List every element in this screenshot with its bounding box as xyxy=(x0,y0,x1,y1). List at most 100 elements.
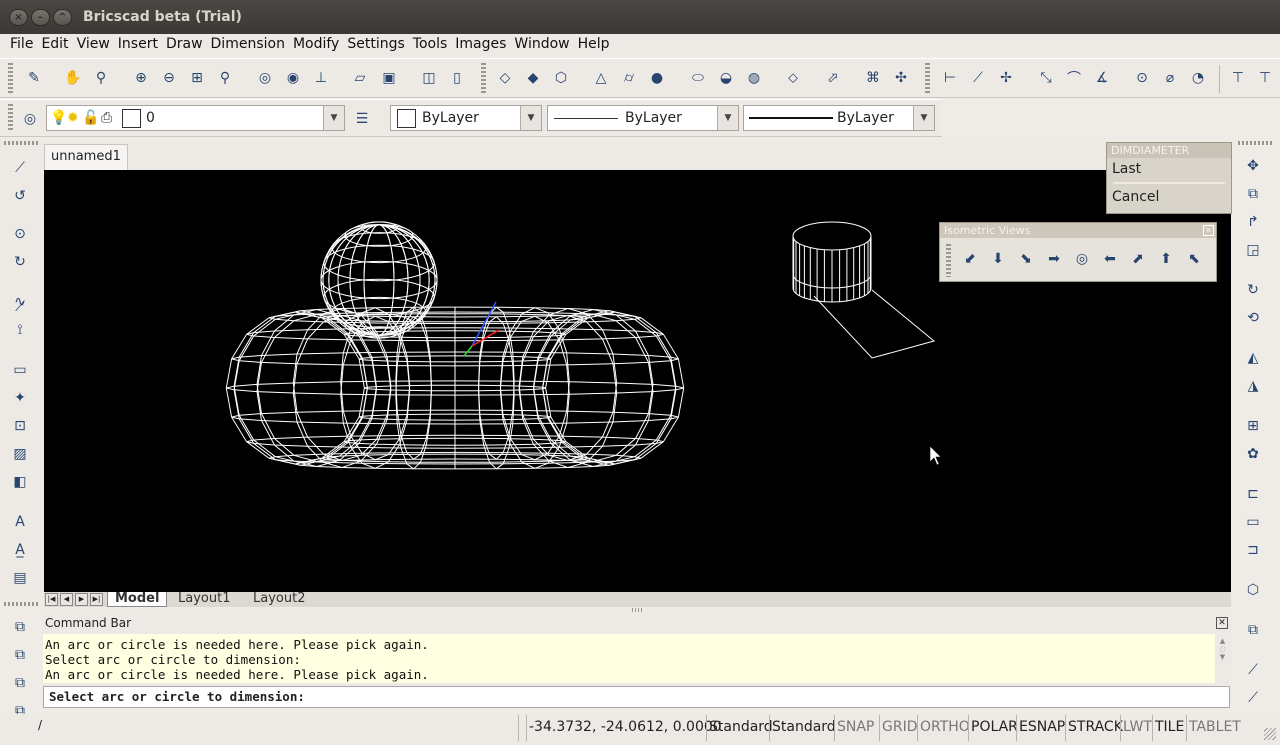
resize-grip-icon[interactable] xyxy=(1264,728,1276,740)
fillet-icon[interactable]: ⟋ xyxy=(1243,688,1263,708)
sw-iso-view-icon[interactable]: ⬋ xyxy=(960,249,980,269)
ordinate-dimension-icon[interactable]: ✢ xyxy=(996,68,1016,88)
rotate-icon[interactable]: ↻ xyxy=(1243,280,1263,300)
diameter-dimension-icon[interactable]: ⌀ xyxy=(1160,68,1180,88)
tablet-toggle[interactable]: TABLET xyxy=(1186,715,1243,741)
ellipse-arc-icon[interactable]: ⟟ xyxy=(10,320,30,340)
insert-block-icon[interactable]: ⊡ xyxy=(10,416,30,436)
toolbar-grip[interactable] xyxy=(925,63,930,93)
esnap-toggle[interactable]: ESNAP xyxy=(1016,715,1067,741)
box-solid-icon[interactable]: ◇ xyxy=(495,68,515,88)
layer-states-icon[interactable]: ☰ xyxy=(352,109,372,129)
linetype-dropdown[interactable]: ByLayer ▼ xyxy=(547,105,739,131)
page-icon[interactable]: ▯ xyxy=(447,68,467,88)
strack-toggle[interactable]: STRACK xyxy=(1065,715,1125,741)
chevron-down-icon[interactable]: ▼ xyxy=(323,106,344,130)
orbit-icon[interactable]: ◎ xyxy=(255,68,275,88)
break-icon[interactable]: ⧉ xyxy=(1243,620,1263,640)
hatch-icon[interactable]: ▨ xyxy=(10,444,30,464)
center-mark-icon[interactable]: ⊙ xyxy=(1132,68,1152,88)
menu-modify[interactable]: Modify xyxy=(289,34,343,56)
pyramid-icon[interactable]: ⬦ xyxy=(783,68,803,88)
history-scrollbar[interactable]: ▲ ◌ ▼ xyxy=(1217,637,1228,683)
maximize-window-icon[interactable]: ^ xyxy=(53,9,72,26)
tab-model[interactable]: Model xyxy=(107,592,167,607)
mtext-icon[interactable]: A̲ xyxy=(10,540,30,560)
copy-properties-icon[interactable]: ⧉ xyxy=(10,617,30,637)
se-iso-view-icon[interactable]: ⬊ xyxy=(1016,249,1036,269)
nw-iso-view-icon[interactable]: ⬈ xyxy=(1128,249,1148,269)
close-icon[interactable]: ✕ xyxy=(1203,225,1214,236)
mesh-icon[interactable]: ⌘ xyxy=(863,68,883,88)
text-icon[interactable]: A xyxy=(10,512,30,532)
zoom-in-icon[interactable]: ⊕ xyxy=(131,68,151,88)
tile-toggle[interactable]: TILE xyxy=(1152,715,1186,741)
stretch-icon[interactable]: ⊏ xyxy=(1243,484,1263,504)
menu-window[interactable]: Window xyxy=(510,34,573,56)
toolbar-grip[interactable] xyxy=(8,104,13,132)
pan-icon[interactable]: ✋ xyxy=(63,68,83,88)
document-tab[interactable]: unnamed1 xyxy=(44,144,128,170)
cone-icon[interactable]: △ xyxy=(591,68,611,88)
dimension-style[interactable]: Standard xyxy=(769,715,838,741)
lengthen-icon[interactable]: ▭ xyxy=(1243,512,1263,532)
menu-item-cancel[interactable]: Cancel xyxy=(1107,186,1231,208)
command-bar-splitter[interactable] xyxy=(632,608,642,612)
toolbar-grip[interactable] xyxy=(946,244,951,277)
next-tab-icon[interactable]: ▶ xyxy=(75,593,88,606)
zoom-realtime-icon[interactable]: ⚲ xyxy=(91,68,111,88)
radius-dimension-icon[interactable]: ◔ xyxy=(1188,68,1208,88)
menu-insert[interactable]: Insert xyxy=(114,34,162,56)
line-tool-icon[interactable]: ⟋ xyxy=(10,158,30,178)
render-icon[interactable]: ▣ xyxy=(379,68,399,88)
close-icon[interactable]: ✕ xyxy=(1216,617,1228,629)
snap-toggle[interactable]: SNAP xyxy=(834,715,876,741)
dish-icon[interactable]: ◍ xyxy=(744,68,764,88)
front-view-icon[interactable]: ⬇ xyxy=(988,249,1008,269)
circle-icon[interactable]: ⊙ xyxy=(10,224,30,244)
menu-edit[interactable]: Edit xyxy=(37,34,72,56)
aligned-dimension-icon[interactable]: ⟋ xyxy=(968,68,988,88)
left-view-icon[interactable]: ⬅ xyxy=(1100,249,1120,269)
copy-clip-icon[interactable]: ⧉ xyxy=(10,645,30,665)
array-icon[interactable]: ⊞ xyxy=(1243,416,1263,436)
mirror-3d-icon[interactable]: ◮ xyxy=(1243,376,1263,396)
arc-icon[interactable]: ↻ xyxy=(10,252,30,272)
polar-array-icon[interactable]: ✿ xyxy=(1243,444,1263,464)
tab-layout1[interactable]: Layout1 xyxy=(172,592,230,607)
ucs-icon[interactable]: ⊥ xyxy=(311,68,331,88)
grid-toggle[interactable]: GRID xyxy=(879,715,920,741)
minimize-window-icon[interactable]: – xyxy=(31,9,50,26)
spline-icon[interactable]: ∿ xyxy=(10,292,30,312)
offset-icon[interactable]: ↱ xyxy=(1243,212,1263,232)
paste-icon[interactable]: ⧉ xyxy=(10,673,30,693)
menu-view[interactable]: View xyxy=(73,34,114,56)
region-icon[interactable]: ◧ xyxy=(10,472,30,492)
chevron-down-icon[interactable]: ▼ xyxy=(717,106,738,130)
mirror-icon[interactable]: ◭ xyxy=(1243,348,1263,368)
cube-icon[interactable]: ⬡ xyxy=(551,68,571,88)
close-window-icon[interactable]: × xyxy=(9,9,28,26)
toolbar-grip[interactable] xyxy=(481,63,486,93)
zoom-extents-icon[interactable]: ⚲ xyxy=(215,68,235,88)
menu-images[interactable]: Images xyxy=(451,34,510,56)
surface-icon[interactable]: ✣ xyxy=(891,68,911,88)
menu-draw[interactable]: Draw xyxy=(162,34,207,56)
color-dropdown[interactable]: ByLayer ▼ xyxy=(390,105,542,131)
zoom-window-icon[interactable]: ⊞ xyxy=(187,68,207,88)
trim-icon[interactable]: ⊐ xyxy=(1243,540,1263,560)
sphere-icon[interactable]: ● xyxy=(647,68,667,88)
scale-icon[interactable]: ◲ xyxy=(1243,240,1263,260)
zoom-out-icon[interactable]: ⊖ xyxy=(159,68,179,88)
menu-tools[interactable]: Tools xyxy=(409,34,452,56)
pencil-icon[interactable]: ✎ xyxy=(24,68,44,88)
chamfer-icon[interactable]: ⟋ xyxy=(1243,660,1263,680)
view-eye-icon[interactable]: ◉ xyxy=(283,68,303,88)
text-style[interactable]: Standard xyxy=(706,715,775,741)
coordinate-readout[interactable]: -34.3732, -24.0612, 0.0000 xyxy=(526,715,724,741)
extend-icon[interactable]: ⬡ xyxy=(1243,580,1263,600)
leader-icon[interactable]: ⤡ xyxy=(1036,68,1056,88)
point-icon[interactable]: ✦ xyxy=(10,388,30,408)
copy-icon[interactable]: ⧉ xyxy=(1243,184,1263,204)
top-view-icon[interactable]: ◎ xyxy=(1072,249,1092,269)
